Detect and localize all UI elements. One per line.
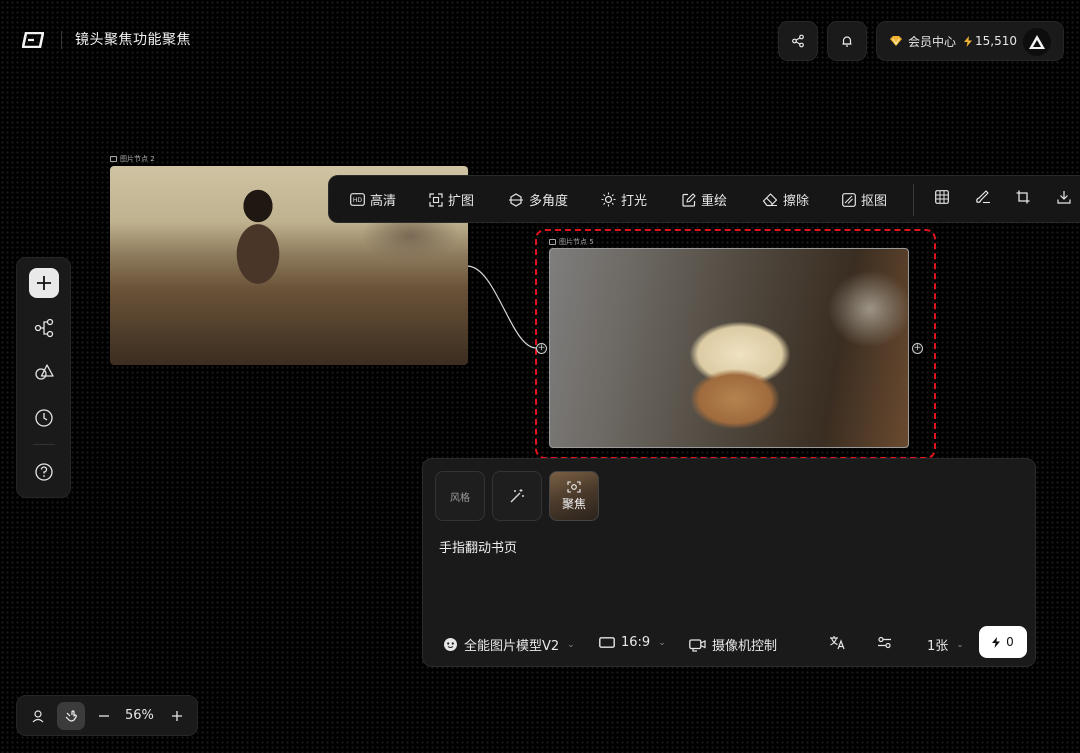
credits-value: 15,510 <box>975 34 1018 48</box>
focus-camera-icon <box>567 480 581 493</box>
grid-tool-button[interactable] <box>935 190 949 204</box>
credits-display: 15,510 <box>964 34 1017 48</box>
download-tool-button[interactable] <box>1057 190 1071 204</box>
lighting-tool-button[interactable]: 打光 <box>601 190 647 209</box>
chevron-down-icon: ⌄ <box>956 639 964 650</box>
prompt-panel: 风格 聚焦 手指翻动书页 全能图片模型V2 ⌄ 16:9 ⌄ 摄像机控制 1张 … <box>422 458 1036 667</box>
input-port[interactable]: + <box>536 343 547 354</box>
pin-button[interactable] <box>24 702 52 730</box>
magic-wand-icon <box>510 489 524 503</box>
hd-tool-button[interactable]: HD 高清 <box>350 190 396 209</box>
share-icon <box>792 34 804 48</box>
cutout-tool-button[interactable]: 抠图 <box>842 190 887 209</box>
generate-button[interactable]: 0 <box>979 626 1027 658</box>
image-node-icon <box>110 156 117 162</box>
erase-tool-button[interactable]: 擦除 <box>762 190 809 209</box>
translate-icon <box>830 636 845 650</box>
avatar-logo-icon <box>1029 35 1045 49</box>
chevron-down-icon: ⌄ <box>658 637 666 648</box>
translate-button[interactable] <box>829 635 846 650</box>
vip-gem-icon <box>890 36 902 46</box>
zoom-bar: 56% <box>16 695 198 736</box>
app-logo-icon[interactable] <box>22 32 44 48</box>
notification-button[interactable] <box>827 21 867 61</box>
help-icon <box>35 463 53 481</box>
crop-icon <box>1016 190 1030 204</box>
style-chip[interactable]: 风格 <box>435 471 485 521</box>
bolt-icon <box>964 35 973 47</box>
workflow-icon <box>34 318 54 338</box>
eraser-icon <box>762 192 778 206</box>
redraw-tool-button[interactable]: 重绘 <box>682 190 727 209</box>
prompt-input[interactable]: 手指翻动书页 <box>439 537 517 556</box>
bolt-icon <box>992 636 1001 648</box>
brush-tool-button[interactable] <box>975 190 991 204</box>
node-connector <box>466 265 537 349</box>
toolbar-divider <box>33 444 55 445</box>
zoom-out-button[interactable] <box>90 702 118 730</box>
multi-angle-tool-button[interactable]: 多角度 <box>508 190 568 209</box>
settings-button[interactable] <box>877 635 892 650</box>
output-port[interactable]: + <box>912 343 923 354</box>
multi-angle-icon <box>509 192 523 207</box>
share-button[interactable] <box>778 21 818 61</box>
shapes-button[interactable] <box>29 358 59 388</box>
location-pin-icon <box>32 710 44 723</box>
brush-icon <box>976 190 990 204</box>
clock-icon <box>35 409 53 427</box>
aspect-ratio-select[interactable]: 16:9 ⌄ <box>599 635 666 650</box>
sun-icon <box>601 192 616 207</box>
plus-icon <box>172 711 182 721</box>
magic-wand-chip[interactable] <box>492 471 542 521</box>
document-title[interactable]: 镜头聚焦功能聚焦 <box>75 31 191 49</box>
toolbar-divider <box>913 184 914 216</box>
aspect-ratio-icon <box>599 637 615 648</box>
crop-tool-button[interactable] <box>1016 190 1030 204</box>
camera-control-button[interactable]: 摄像机控制 <box>689 635 777 654</box>
zoom-in-button[interactable] <box>163 702 191 730</box>
minus-icon <box>99 715 109 717</box>
cutout-icon <box>842 192 856 207</box>
plus-icon <box>37 276 51 290</box>
expand-tool-button[interactable]: 扩图 <box>429 190 474 209</box>
image-toolbar: HD 高清 扩图 多角度 打光 重绘 擦除 抠图 <box>328 175 1080 223</box>
member-center-button[interactable]: 会员中心 15,510 <box>876 21 1064 61</box>
left-toolbar <box>16 257 71 498</box>
model-icon <box>444 638 457 651</box>
download-icon <box>1057 191 1071 204</box>
hand-icon <box>65 710 77 722</box>
model-select[interactable]: 全能图片模型V2 ⌄ <box>443 635 575 654</box>
grid-icon <box>935 190 949 204</box>
focus-chip[interactable]: 聚焦 <box>549 471 599 521</box>
history-button[interactable] <box>29 403 59 433</box>
title-divider <box>61 31 62 49</box>
shapes-icon <box>35 364 54 380</box>
camera-icon <box>689 638 706 652</box>
bell-icon <box>842 36 852 47</box>
zoom-level[interactable]: 56% <box>125 708 154 723</box>
help-button[interactable] <box>29 457 59 487</box>
selection-outline <box>535 229 936 459</box>
chevron-down-icon: ⌄ <box>567 639 575 650</box>
edit-icon <box>682 192 696 207</box>
node-2-label: 图片节点 2 <box>110 154 155 164</box>
pan-mode-button[interactable] <box>57 702 85 730</box>
svg-text:HD: HD <box>353 197 363 204</box>
sliders-icon <box>878 636 891 649</box>
workflow-button[interactable] <box>29 313 59 343</box>
expand-icon <box>429 192 443 207</box>
member-center-label: 会员中心 <box>908 34 957 49</box>
image-count-select[interactable]: 1张 ⌄ <box>927 635 964 654</box>
avatar[interactable] <box>1023 28 1051 56</box>
add-node-button[interactable] <box>29 268 59 298</box>
hd-icon: HD <box>350 193 365 206</box>
